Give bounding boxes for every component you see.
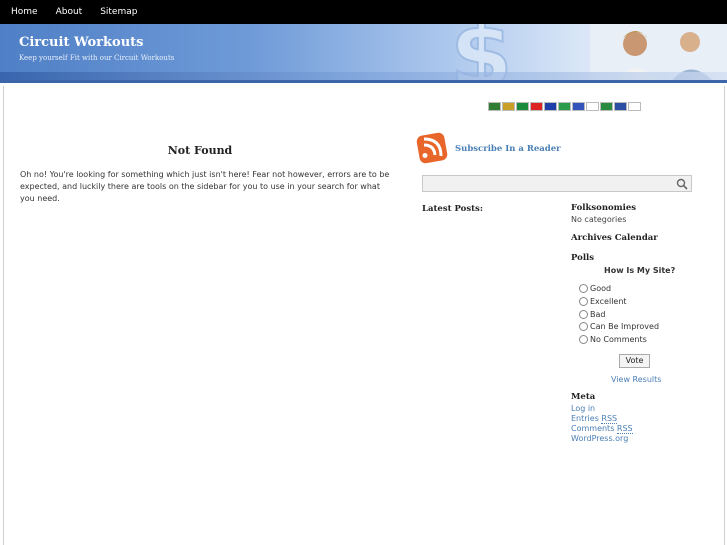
radio-button[interactable] <box>579 335 588 344</box>
rss-feed-icon[interactable] <box>416 131 450 167</box>
poll-option-can-be-improved[interactable]: Can Be Improved <box>579 322 659 331</box>
content-border-right <box>724 86 725 545</box>
rss-abbr: RSS <box>601 414 618 424</box>
nav-sitemap-link[interactable]: Sitemap <box>89 7 144 17</box>
portuguese-flag-icon[interactable] <box>516 102 529 111</box>
language-flags <box>488 102 641 111</box>
poll-option-bad[interactable]: Bad <box>579 310 605 319</box>
comments-rss-link[interactable]: Comments RSS <box>571 424 701 434</box>
sidebar-right-column: Folksonomies No categories Archives Cale… <box>571 203 701 263</box>
view-results-link[interactable]: View Results <box>611 375 661 384</box>
taiwan-flag-icon[interactable] <box>544 102 557 111</box>
site-title[interactable]: Circuit Workouts <box>19 35 143 50</box>
korean-flag-icon[interactable] <box>628 102 641 111</box>
entries-rss-label: Entries <box>571 414 602 423</box>
poll-option-label: Excellent <box>590 297 627 306</box>
poll-option-excellent[interactable]: Excellent <box>579 297 627 306</box>
italian-flag-icon[interactable] <box>558 102 571 111</box>
folksonomies-text: No categories <box>571 215 627 224</box>
radio-button[interactable] <box>579 310 588 319</box>
radio-button[interactable] <box>579 322 588 331</box>
poll-option-label: No Comments <box>590 335 647 344</box>
poll-option-no-comments[interactable]: No Comments <box>579 335 647 344</box>
site-banner: $ Circuit Workouts Keep yourself Fit wit… <box>0 24 727 83</box>
arabic-flag-icon[interactable] <box>488 102 501 111</box>
japanese-flag-icon[interactable] <box>586 102 599 111</box>
russian-flag-icon[interactable] <box>572 102 585 111</box>
site-tagline: Keep yourself Fit with our Circuit Worko… <box>19 54 175 62</box>
wordpress-link[interactable]: WordPress.org <box>571 434 701 443</box>
page-message: Oh no! You're looking for something whic… <box>20 170 390 203</box>
meta-section: Meta Log in Entries RSS Comments RSS Wor… <box>571 392 701 443</box>
poll-option-label: Bad <box>590 310 606 319</box>
vote-button[interactable]: Vote <box>619 354 650 368</box>
banner-stripe <box>0 72 727 80</box>
german-flag-icon[interactable] <box>502 102 515 111</box>
poll-option-label: Can Be Improved <box>590 322 660 331</box>
login-link[interactable]: Log in <box>571 404 701 413</box>
latest-posts-heading: Latest Posts: <box>422 204 483 214</box>
search-input[interactable] <box>422 175 692 192</box>
mexican-flag-icon[interactable] <box>600 102 613 111</box>
radio-button[interactable] <box>579 284 588 293</box>
entries-rss-link[interactable]: Entries RSS <box>571 414 701 424</box>
comments-rss-label: Comments <box>571 424 617 433</box>
poll-question: How Is My Site? <box>604 266 676 275</box>
meta-heading: Meta <box>571 392 596 402</box>
archives-calendar-heading: Archives Calendar <box>571 233 658 243</box>
poll-option-good[interactable]: Good <box>579 284 611 293</box>
nav-about-link[interactable]: About <box>45 7 90 17</box>
page-title: Not Found <box>167 144 233 157</box>
radio-button[interactable] <box>579 297 588 306</box>
folksonomies-heading: Folksonomies <box>571 203 637 213</box>
search-icon[interactable] <box>676 178 688 190</box>
subscribe-reader-link[interactable]: Subscribe In a Reader <box>455 144 561 154</box>
polls-heading: Polls <box>571 253 595 263</box>
top-nav: Home About Sitemap <box>0 0 727 24</box>
french-flag-icon[interactable] <box>614 102 627 111</box>
rss-abbr: RSS <box>616 424 633 434</box>
poll-option-label: Good <box>590 284 612 293</box>
nav-home-link[interactable]: Home <box>0 7 45 17</box>
chinese-flag-icon[interactable] <box>530 102 543 111</box>
